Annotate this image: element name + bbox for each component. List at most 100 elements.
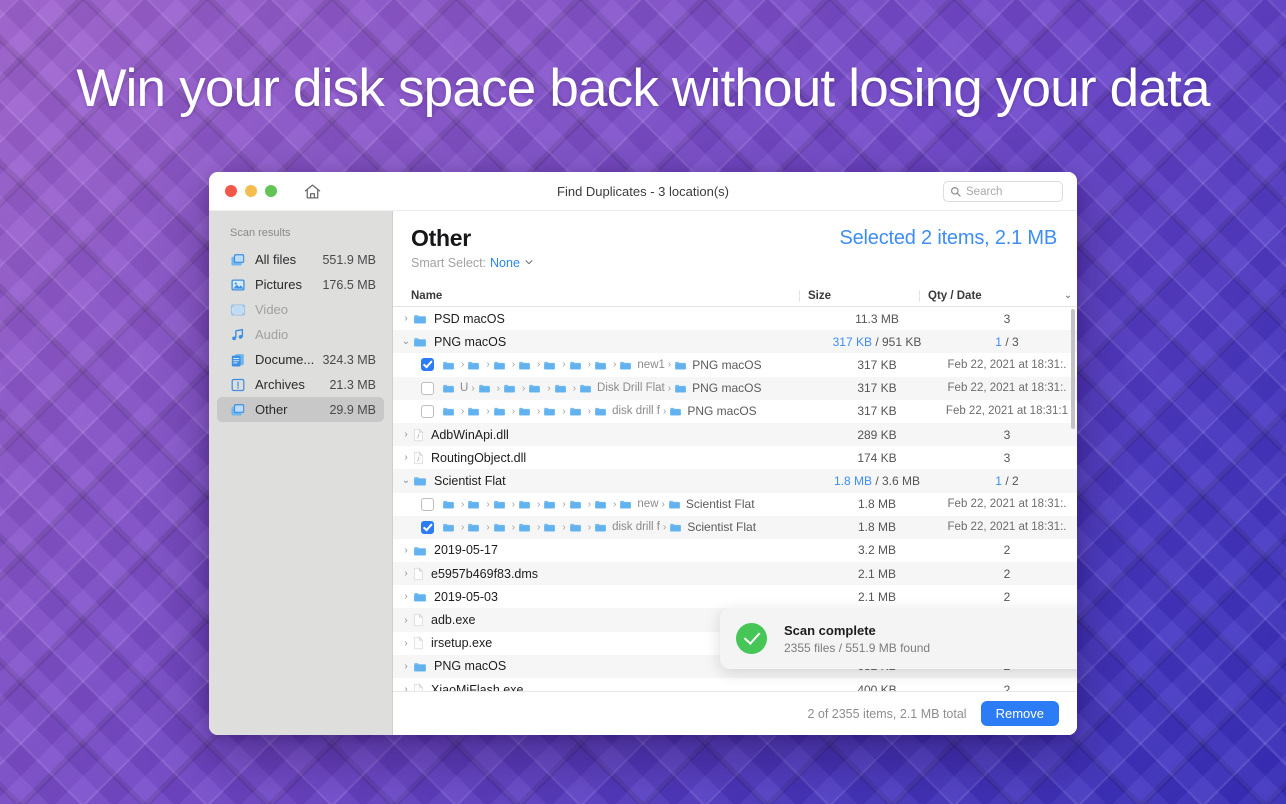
smart-select-row[interactable]: Smart Select: None [411, 256, 1059, 270]
vertical-scrollbar[interactable] [1071, 309, 1075, 429]
row-twisty-icon[interactable]: › [399, 661, 413, 672]
row-twisty-icon[interactable]: › [399, 313, 413, 324]
path-separator-icon: › [667, 382, 672, 394]
folder-icon [442, 360, 455, 370]
folder-icon [518, 406, 531, 416]
row-name: Scientist Flat [434, 473, 506, 488]
row-twisty-icon[interactable]: › [399, 615, 413, 626]
search-input[interactable]: Search [943, 181, 1063, 202]
chevron-down-icon[interactable] [524, 256, 534, 270]
sort-chevron-icon[interactable]: ⌄ [1059, 290, 1077, 301]
folder-icon [467, 499, 480, 509]
smart-select-value[interactable]: None [490, 256, 520, 270]
sidebar-item-docume[interactable]: Docume... 324.3 MB [217, 347, 384, 372]
folder-icon [518, 499, 531, 509]
row-name-cell: › PSD macOS [399, 312, 817, 326]
traffic-lights [225, 185, 277, 197]
audio-icon [230, 327, 246, 343]
path-separator-icon: › [663, 405, 667, 417]
column-header-name[interactable]: Name [411, 290, 799, 302]
sidebar-item-pictures[interactable]: Pictures 176.5 MB [217, 272, 384, 297]
minimize-window-button[interactable] [245, 185, 257, 197]
folder-icon [674, 360, 687, 370]
row-twisty-icon[interactable]: › [399, 591, 413, 602]
table-row[interactable]: › 2019-05-03 2.1 MB 2 [393, 585, 1077, 608]
row-twisty-icon[interactable]: › [399, 684, 413, 691]
row-size-total: 3.6 MB [882, 473, 921, 488]
row-size: 2.1 MB [857, 566, 896, 581]
row-checkbox[interactable] [421, 520, 434, 534]
sidebar-item-label: Video [255, 302, 289, 317]
table-row[interactable]: › RoutingObject.dll 174 KB 3 [393, 446, 1077, 469]
path-separator-icon: › [613, 498, 617, 510]
path-segment-label: Disk Drill Flat [597, 382, 665, 395]
row-qty-total: 2 [1012, 473, 1019, 488]
sidebar-item-audio[interactable]: Audio [217, 322, 384, 347]
path-separator-icon: › [613, 359, 617, 371]
table-row[interactable]: ⌄ PNG macOS 317 KB / 951 KB 1 / 3 [393, 330, 1077, 354]
scan-complete-toast: Scan complete 2355 files / 551.9 MB foun… [720, 608, 1077, 669]
row-name: RoutingObject.dll [431, 450, 527, 465]
row-twisty-icon[interactable]: ⌄ [399, 336, 413, 347]
row-name-cell: › 2019-05-03 [399, 590, 817, 604]
row-twisty-icon[interactable]: › [399, 568, 413, 579]
row-qty-cell: Feb 22, 2021 at 18:31:. [937, 382, 1077, 394]
path-separator-icon: › [511, 405, 516, 417]
row-date: Feb 22, 2021 at 18:31:. [947, 382, 1067, 395]
sidebar-item-archives[interactable]: Archives 21.3 MB [217, 372, 384, 397]
sidebar-item-size: 29.9 MB [329, 402, 376, 417]
table-row[interactable]: › e5957b469f83.dms 2.1 MB 2 [393, 562, 1077, 586]
dll-file-icon [413, 428, 424, 442]
row-checkbox[interactable] [421, 404, 434, 418]
table-row[interactable]: ⌄ Scientist Flat 1.8 MB / 3.6 MB 1 / 2 [393, 469, 1077, 493]
folder-icon [518, 522, 531, 532]
footer-status-text: 2 of 2355 items, 2.1 MB total [807, 706, 967, 721]
row-twisty-icon[interactable]: › [399, 638, 413, 649]
sidebar-item-other[interactable]: Other 29.9 MB [217, 397, 384, 422]
folder-icon [543, 522, 556, 532]
row-qty-cell: 2 [937, 567, 1077, 581]
row-twisty-icon[interactable]: › [399, 452, 413, 463]
row-twisty-icon[interactable]: ⌄ [399, 475, 413, 486]
row-checkbox[interactable] [421, 497, 434, 511]
remove-button[interactable]: Remove [980, 701, 1059, 726]
table-row-path[interactable]: › › › › › › › new › Scientist Flat 1.8 MB Feb 22, 2… [393, 493, 1077, 516]
row-name: 2019-05-03 [434, 589, 498, 604]
path-separator-icon: › [537, 521, 541, 533]
table-row-path[interactable]: › › › › › › › new1 › PNG macOS 317 KB Feb 22, 2021 … [393, 353, 1077, 376]
path-separator-icon: › [537, 498, 541, 510]
sidebar: Scan results All files 551.9 MB Pictures 17… [209, 211, 393, 735]
zoom-window-button[interactable] [265, 185, 277, 197]
row-checkbox[interactable] [421, 358, 434, 372]
path-separator-icon: › [486, 405, 490, 417]
path-separator-icon: › [537, 405, 541, 417]
row-size: 317 KB [857, 357, 897, 372]
folder-icon [569, 360, 582, 370]
row-qty: 3 [1003, 450, 1011, 465]
table-row[interactable]: › 2019-05-17 3.2 MB 2 [393, 539, 1077, 562]
sidebar-item-all-files[interactable]: All files 551.9 MB [217, 247, 384, 272]
row-size: 400 KB [857, 682, 897, 691]
home-icon[interactable] [303, 182, 322, 201]
table-row[interactable]: › XiaoMiFlash.exe 400 KB 2 [393, 678, 1077, 691]
close-window-button[interactable] [225, 185, 237, 197]
column-header-size[interactable]: Size [799, 289, 919, 302]
row-size: 317 KB [857, 404, 897, 419]
table-row-path[interactable]: › › › › › › disk drill f › Scientist Flat 1.8 MB F… [393, 515, 1077, 539]
row-name: PNG macOS [434, 659, 507, 674]
all-files-icon [230, 252, 246, 268]
row-checkbox[interactable] [421, 381, 434, 395]
row-twisty-icon[interactable]: › [399, 429, 413, 440]
table-row[interactable]: › AdbWinApi.dll 289 KB 3 [393, 422, 1077, 447]
table-row-path[interactable]: › › › › › › disk drill f › PNG macOS 317 KB Feb 22… [393, 400, 1077, 423]
sidebar-item-video[interactable]: Video [217, 297, 384, 322]
row-leaf-name: PNG macOS [687, 404, 757, 419]
other-icon [230, 402, 246, 418]
table-row-path[interactable]: U › › › › › Disk Drill Flat › PNG macOS 317 KB Feb… [393, 376, 1077, 400]
table-row[interactable]: › PSD macOS 11.3 MB 3 [393, 307, 1077, 330]
main-panel: Other Smart Select: None Selected 2 item… [393, 211, 1077, 735]
path-separator-icon: › [587, 521, 592, 533]
row-name-cell: › › › › › › › new1 › PNG macOS [399, 358, 817, 372]
column-header-qty[interactable]: Qty / Date [919, 289, 1059, 302]
row-twisty-icon[interactable]: › [399, 545, 413, 556]
